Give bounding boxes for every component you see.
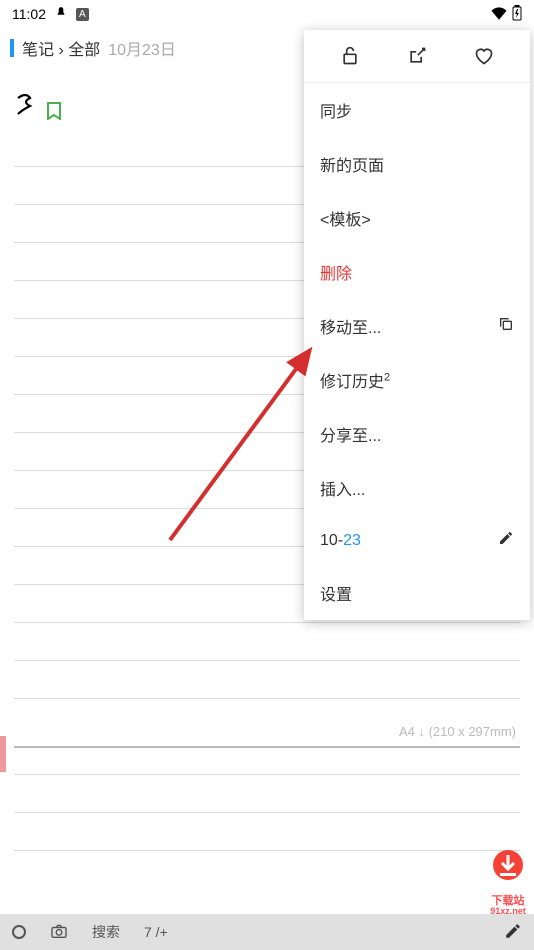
menu-insert[interactable]: 插入... — [304, 461, 530, 515]
edit-icon[interactable] — [498, 530, 514, 551]
menu-delete[interactable]: 删除 — [304, 245, 530, 299]
status-left: 11:02 A — [12, 6, 89, 23]
menu-settings[interactable]: 设置 — [304, 566, 530, 620]
menu-insert-label: 插入... — [320, 476, 365, 500]
external-link-icon[interactable] — [407, 46, 427, 66]
red-tab-marker — [0, 736, 6, 772]
status-time: 11:02 — [12, 6, 46, 22]
edit-pen-icon[interactable] — [504, 922, 522, 943]
status-right — [490, 5, 522, 24]
wifi-icon — [490, 6, 508, 23]
menu-move-to-label: 移动至... — [320, 314, 381, 338]
menu-move-to[interactable]: 移动至... — [304, 299, 530, 353]
download-icon — [486, 847, 530, 891]
bookmark-icon[interactable] — [46, 102, 62, 120]
menu-sync-label: 同步 — [320, 98, 352, 122]
status-bar: 11:02 A — [0, 0, 534, 28]
menu-new-page-label: 新的页面 — [320, 152, 384, 176]
page-size-label: A4 ↓ (210 x 297mm) — [399, 724, 516, 739]
marker-icon — [10, 39, 14, 57]
heart-icon[interactable] — [474, 46, 494, 66]
dropdown-menu: 同步 新的页面 <模板> 删除 移动至... 修订历史2 分享至... 插入..… — [304, 30, 530, 620]
page-counter[interactable]: 7 /+ — [144, 924, 168, 940]
menu-icon-row — [304, 30, 530, 83]
search-label[interactable]: 搜索 — [92, 922, 120, 942]
menu-settings-label: 设置 — [320, 581, 352, 605]
a-badge-icon: A — [76, 8, 89, 21]
menu-sync[interactable]: 同步 — [304, 83, 530, 137]
breadcrumb-date: 10月23日 — [108, 36, 176, 60]
menu-new-page[interactable]: 新的页面 — [304, 137, 530, 191]
copy-icon — [498, 316, 514, 337]
bell-icon — [54, 6, 68, 23]
menu-template-label: <模板> — [320, 206, 371, 230]
menu-revision-label: 修订历史2 — [320, 368, 390, 392]
breadcrumb[interactable]: 笔记 › 全部 — [22, 36, 100, 60]
record-icon[interactable] — [12, 925, 26, 939]
lock-icon[interactable] — [340, 46, 360, 66]
menu-delete-label: 删除 — [320, 260, 352, 284]
watermark: 下载站 91xz.net — [486, 847, 530, 916]
handwriting-mark — [16, 92, 40, 116]
camera-icon[interactable] — [50, 924, 68, 941]
menu-template[interactable]: <模板> — [304, 191, 530, 245]
menu-revision-history[interactable]: 修订历史2 — [304, 353, 530, 407]
menu-date[interactable]: 10-23 — [304, 515, 530, 566]
menu-share-to[interactable]: 分享至... — [304, 407, 530, 461]
menu-date-label: 10-23 — [320, 532, 361, 550]
battery-icon — [512, 5, 522, 24]
bottom-bar: 搜索 7 /+ — [0, 914, 534, 950]
menu-share-to-label: 分享至... — [320, 422, 381, 446]
watermark-text2: 91xz.net — [486, 907, 530, 916]
